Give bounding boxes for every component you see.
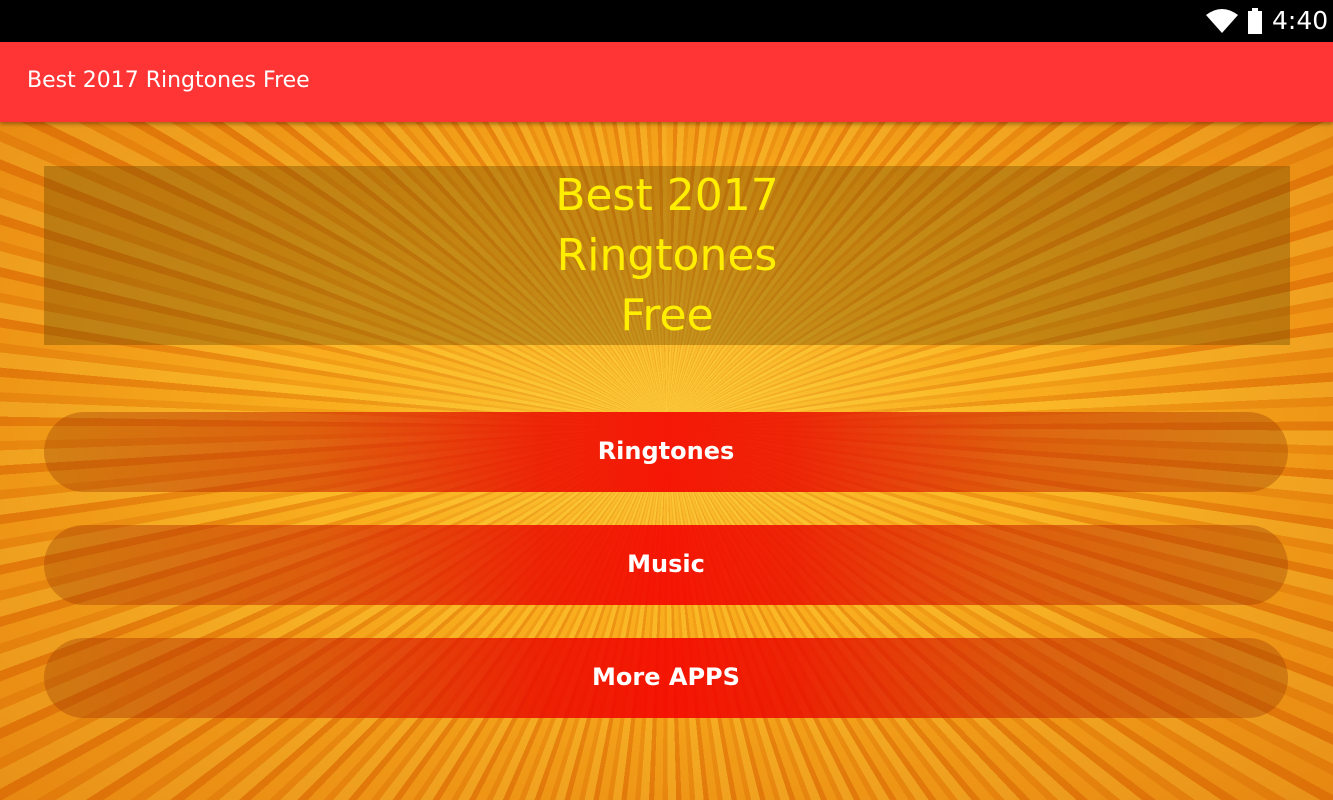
heading-panel: Best 2017 Ringtones Free — [44, 166, 1290, 345]
heading-line-3: Free — [620, 290, 714, 341]
app-title: Best 2017 Ringtones Free — [27, 68, 310, 93]
more-apps-button[interactable]: More APPS — [44, 638, 1288, 718]
app-screen: 4:40 Best 2017 Ringtones Free Best 2017 … — [0, 0, 1333, 800]
wifi-icon — [1206, 9, 1238, 33]
ringtones-button-label: Ringtones — [597, 437, 735, 465]
heading-line-2: Ringtones — [556, 230, 778, 281]
heading-line-1: Best 2017 — [555, 170, 779, 221]
battery-icon — [1248, 8, 1262, 34]
music-button-label: Music — [627, 550, 705, 578]
music-button[interactable]: Music — [44, 525, 1288, 605]
status-bar: 4:40 — [0, 0, 1333, 42]
ringtones-button[interactable]: Ringtones — [44, 412, 1288, 492]
status-clock: 4:40 — [1272, 6, 1329, 35]
app-bar: Best 2017 Ringtones Free — [0, 42, 1333, 122]
more-apps-button-label: More APPS — [592, 663, 740, 691]
